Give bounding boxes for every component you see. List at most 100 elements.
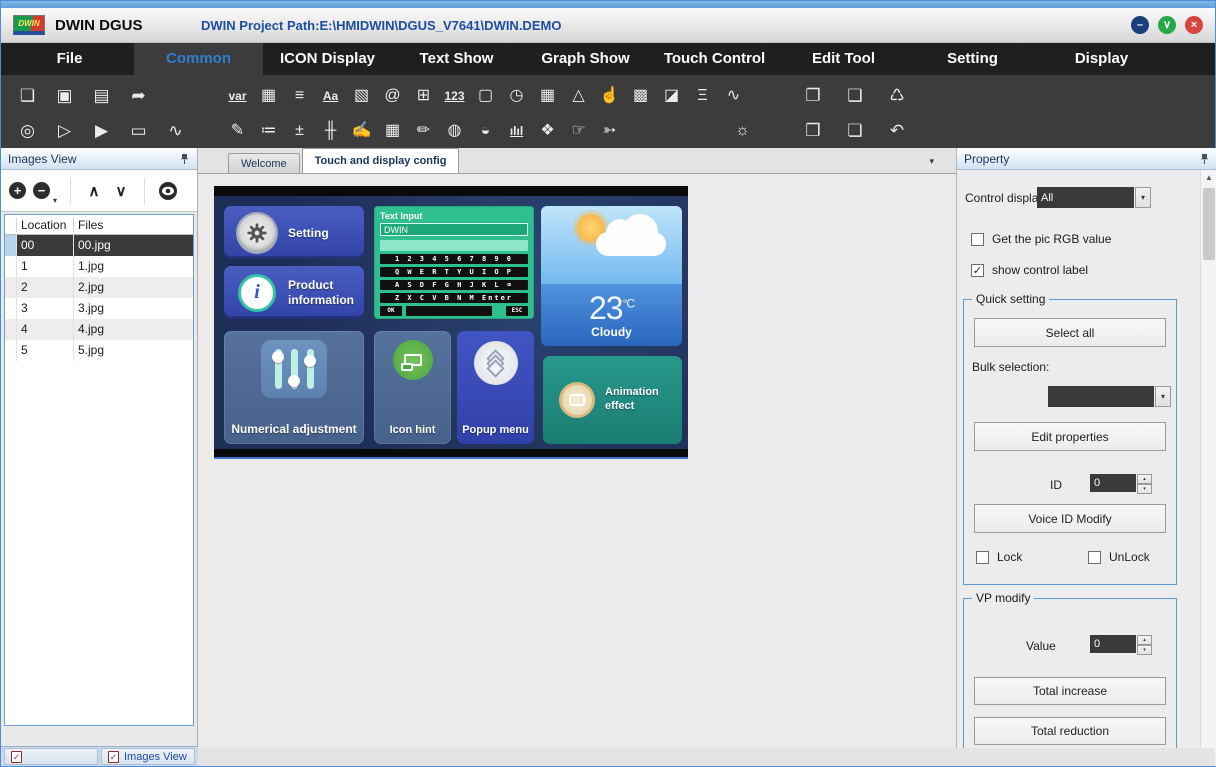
realtime-curve-icon[interactable]: ∿	[718, 81, 749, 111]
menu-item-display[interactable]: Display	[1037, 43, 1166, 75]
control-display-caret-icon[interactable]: ▾	[1135, 187, 1151, 208]
touch-form-icon[interactable]: ☝	[594, 81, 625, 111]
spool-icon[interactable]: Ξ	[687, 81, 718, 111]
product-information-tile[interactable]: i Product information	[224, 266, 364, 319]
tab-touch-display-config[interactable]: Touch and display config	[302, 148, 460, 173]
plus-minus-icon[interactable]: ±	[284, 116, 315, 146]
table-row[interactable]: 00 00.jpg	[5, 235, 193, 256]
move-down-button[interactable]: ∨	[111, 182, 131, 200]
doc-edit-icon[interactable]: ✎	[222, 116, 253, 146]
copy-page-icon[interactable]: ❒	[792, 116, 834, 146]
spin-down-icon[interactable]: ▾	[1137, 484, 1152, 494]
audio-icon[interactable]: ılıl	[501, 116, 532, 146]
icon-hint-tile[interactable]: Icon hint	[374, 331, 451, 444]
table-row[interactable]: 4 4.jpg	[5, 319, 193, 340]
preview-eye-button[interactable]	[158, 181, 178, 201]
keyboard-ok-key[interactable]: OK	[380, 306, 402, 316]
bulk-selection-caret-icon[interactable]: ▾	[1155, 386, 1171, 407]
spin-up-icon[interactable]: ▴	[1137, 474, 1152, 484]
bulk-selection-select[interactable]	[1048, 386, 1154, 407]
panel-tab-images-view[interactable]: ✓ Images View	[101, 748, 195, 765]
menu-item-text-show[interactable]: Text Show	[392, 43, 521, 75]
at-icon[interactable]: @	[377, 81, 408, 111]
checkbox-box-checked[interactable]: ✓	[971, 264, 984, 277]
pencil-icon[interactable]: ✏	[408, 116, 439, 146]
calendar-icon[interactable]: ▦	[532, 81, 563, 111]
duplicate-icon[interactable]: ❏	[834, 116, 876, 146]
tab-list-caret-icon[interactable]: ▾	[929, 156, 934, 167]
show-control-label-checkbox[interactable]: ✓ show control label	[971, 263, 1088, 277]
weather-tile[interactable]: 23°C Cloudy	[541, 206, 682, 346]
checkbox-box[interactable]	[971, 233, 984, 246]
bird-icon[interactable]: ❖	[532, 116, 563, 146]
keyboard-esc-key[interactable]: ESC	[506, 306, 528, 316]
brightness-icon[interactable]: ☼	[727, 116, 758, 146]
project-preview-icon[interactable]: ◎	[9, 116, 46, 146]
menu-item-file[interactable]: File	[5, 43, 134, 75]
close-button[interactable]: ×	[1185, 16, 1203, 34]
checkbox-box[interactable]	[976, 551, 989, 564]
control-display-select[interactable]: All	[1037, 187, 1134, 208]
mouse-drag-icon[interactable]: ➳	[594, 116, 625, 146]
panel-tab-1[interactable]: ✓	[4, 748, 98, 765]
copy-icon[interactable]: ❐	[792, 81, 834, 111]
table-row[interactable]: 5 5.jpg	[5, 340, 193, 361]
checkbox-box[interactable]	[1088, 551, 1101, 564]
select-all-button[interactable]: Select all	[974, 318, 1166, 347]
menu-item-common[interactable]: Common	[134, 43, 263, 75]
menu-item-icon-display[interactable]: ICON Display	[263, 43, 392, 75]
video-play-icon[interactable]: ▶	[83, 116, 120, 146]
var-icon[interactable]: var	[222, 81, 253, 111]
text-input-tile[interactable]: Text Input DWIN 1 2 3 4 5 6 7 8 9 0Q W E…	[374, 206, 534, 319]
v-slider-icon[interactable]: ╫	[315, 116, 346, 146]
export-icon[interactable]: ➦	[120, 81, 157, 111]
keyboard-row[interactable]: Q W E R T Y U I O P	[380, 267, 528, 277]
id-spinner[interactable]: ▴ ▾	[1137, 474, 1152, 492]
table-row[interactable]: 2 2.jpg	[5, 277, 193, 298]
remove-caret-icon[interactable]: ▾	[53, 196, 57, 211]
scroll-up-icon[interactable]: ▲	[1201, 170, 1216, 186]
total-increase-button[interactable]: Total increase	[974, 677, 1166, 705]
delete-icon[interactable]: ♺	[876, 81, 918, 111]
pin-icon[interactable]	[179, 153, 190, 165]
maximize-button[interactable]: ∨	[1158, 16, 1176, 34]
spin-up-icon[interactable]: ▴	[1137, 635, 1152, 645]
spin-down-icon[interactable]: ▾	[1137, 645, 1152, 655]
text-box-icon[interactable]: ▢	[470, 81, 501, 111]
menu-item-setting[interactable]: Setting	[908, 43, 1037, 75]
undo-icon[interactable]: ↶	[876, 116, 918, 146]
get-rgb-checkbox[interactable]: Get the pic RGB value	[971, 232, 1111, 246]
minimize-button[interactable]: –	[1131, 16, 1149, 34]
new-file-icon[interactable]: ❏	[9, 81, 46, 111]
value-spinner[interactable]: ▴ ▾	[1137, 635, 1152, 653]
value-input[interactable]: 0	[1090, 635, 1136, 653]
play-icon[interactable]: ▷	[46, 116, 83, 146]
animation-effect-tile[interactable]: Animation effect	[543, 356, 682, 444]
text-input-value[interactable]: DWIN	[380, 223, 528, 236]
menu-item-edit-tool[interactable]: Edit Tool	[779, 43, 908, 75]
qr-code-icon[interactable]: ▩	[625, 81, 656, 111]
keyboard-row[interactable]: Z X C V B N M Enter	[380, 293, 528, 303]
vertical-scrollbar[interactable]: ▲ ▼	[1200, 170, 1216, 766]
popup-menu-tile[interactable]: Popup menu	[457, 331, 534, 444]
menu-item-graph-show[interactable]: Graph Show	[521, 43, 650, 75]
remove-image-button[interactable]: −	[33, 182, 50, 199]
tab-welcome[interactable]: Welcome	[228, 153, 300, 173]
save-icon[interactable]: ▣	[46, 81, 83, 111]
unlock-checkbox[interactable]: UnLock	[1088, 550, 1150, 564]
shapes-icon[interactable]: △	[563, 81, 594, 111]
paste-icon[interactable]: ❑	[834, 81, 876, 111]
bullet-list-icon[interactable]: ≔	[253, 116, 284, 146]
lock-checkbox[interactable]: Lock	[976, 550, 1022, 564]
setting-tile[interactable]: Setting	[224, 206, 364, 259]
menu-item-touch-control[interactable]: Touch Control	[650, 43, 779, 75]
keyboard-row[interactable]: 1 2 3 4 5 6 7 8 9 0	[380, 254, 528, 264]
disk-search-icon[interactable]: ◒	[470, 116, 501, 146]
print-icon[interactable]: ▤	[83, 81, 120, 111]
clock-icon[interactable]: ◷	[501, 81, 532, 111]
id-input[interactable]: 0	[1090, 474, 1136, 492]
touch-gesture-icon[interactable]: ✍	[346, 116, 377, 146]
pin-icon[interactable]	[1199, 153, 1210, 165]
screen-icon[interactable]: ▭	[120, 116, 157, 146]
hand-select-icon[interactable]: ☞	[563, 116, 594, 146]
